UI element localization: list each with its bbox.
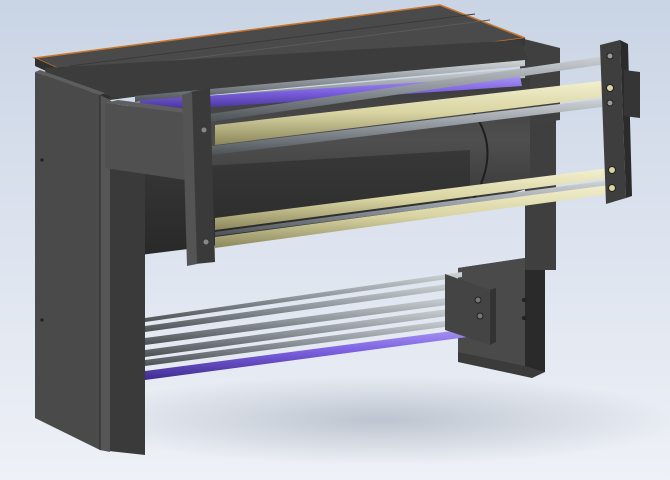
front-left-plate — [182, 88, 215, 266]
left-bracket — [105, 100, 195, 180]
machine-render — [32, 4, 670, 465]
lower-rollers — [145, 272, 475, 380]
floor-shadow — [80, 375, 670, 465]
front-right-plate — [600, 40, 640, 204]
cad-render-viewport — [0, 0, 670, 480]
